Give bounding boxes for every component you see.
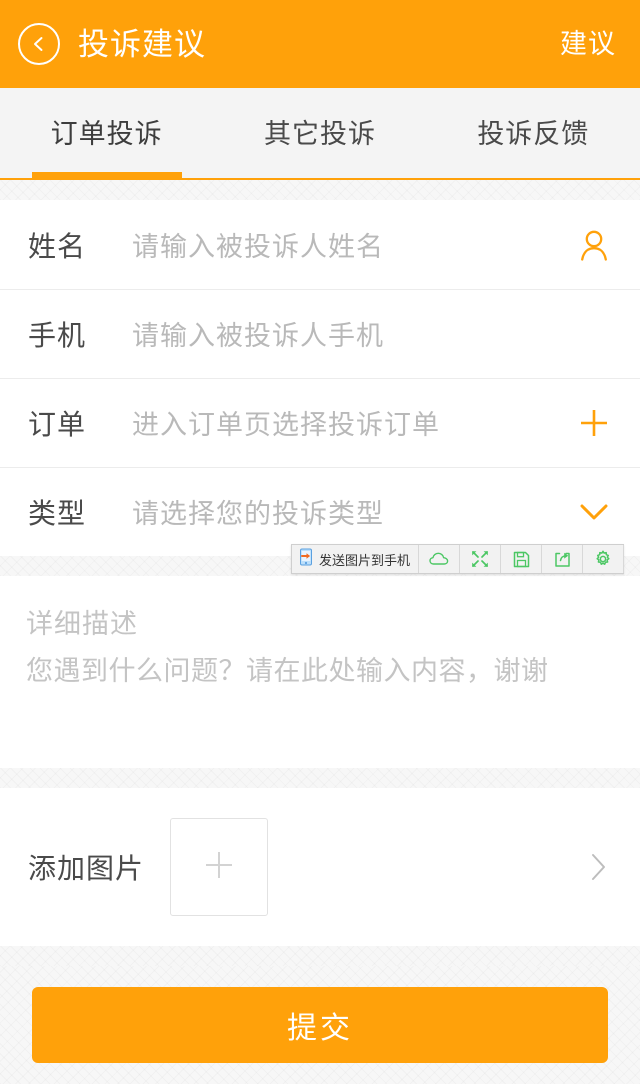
share-icon[interactable] xyxy=(542,545,584,573)
chevron-down-icon[interactable] xyxy=(572,490,616,534)
plus-icon[interactable] xyxy=(572,401,616,445)
screenshot-capture-toolbar: 发送图片到手机 xyxy=(291,544,625,574)
save-icon[interactable] xyxy=(501,545,543,573)
complaint-form: 姓名 请输入被投诉人姓名 手机 请输入被投诉人手机 订单 进入订单页选择投诉订单… xyxy=(0,200,640,556)
tab-other-complaint[interactable]: 其它投诉 xyxy=(213,88,426,178)
send-image-label: 发送图片到手机 xyxy=(319,553,411,569)
back-button[interactable] xyxy=(18,23,60,65)
field-row-order[interactable]: 订单 进入订单页选择投诉订单 xyxy=(0,378,640,467)
tab-label: 订单投诉 xyxy=(50,118,163,149)
user-icon[interactable] xyxy=(572,223,616,267)
tab-complaint-feedback[interactable]: 投诉反馈 xyxy=(427,88,640,178)
section-gap xyxy=(0,768,640,788)
add-image-button[interactable] xyxy=(170,818,269,916)
send-image-to-phone-button[interactable]: 发送图片到手机 xyxy=(292,545,420,573)
app-header: 投诉建议 建议 xyxy=(0,0,640,88)
tab-bar: 订单投诉 其它投诉 投诉反馈 xyxy=(0,88,640,180)
add-image-section[interactable]: 添加图片 xyxy=(0,788,640,946)
plus-icon xyxy=(199,845,239,890)
field-label: 订单 xyxy=(28,408,87,440)
add-image-label: 添加图片 xyxy=(28,853,145,884)
cloud-icon[interactable] xyxy=(419,545,461,573)
chevron-left-circle-icon xyxy=(30,35,48,53)
description-textarea[interactable]: 您遇到什么问题？请在此处输入内容，谢谢 xyxy=(26,653,614,689)
header-action-button[interactable]: 建议 xyxy=(560,30,616,58)
tab-label: 投诉反馈 xyxy=(477,118,590,149)
description-section[interactable]: 详细描述 您遇到什么问题？请在此处输入内容，谢谢 xyxy=(0,576,640,768)
section-gap xyxy=(0,946,640,966)
field-label: 手机 xyxy=(28,319,87,351)
chevron-right-icon[interactable] xyxy=(580,849,616,885)
field-label: 姓名 xyxy=(28,230,87,262)
field-row-name[interactable]: 姓名 请输入被投诉人姓名 xyxy=(0,200,640,289)
phone-input[interactable]: 请输入被投诉人手机 xyxy=(132,314,572,353)
submit-area: 提交 xyxy=(0,966,640,1084)
description-title: 详细描述 xyxy=(26,609,138,639)
order-select[interactable]: 进入订单页选择投诉订单 xyxy=(132,403,572,442)
page-title: 投诉建议 xyxy=(78,26,206,62)
phone-row-icon-slot xyxy=(572,312,616,356)
field-row-phone[interactable]: 手机 请输入被投诉人手机 xyxy=(0,289,640,378)
expand-icon[interactable] xyxy=(460,545,502,573)
field-row-type[interactable]: 类型 请选择您的投诉类型 xyxy=(0,467,640,556)
submit-button[interactable]: 提交 xyxy=(32,987,608,1063)
section-gap xyxy=(0,180,640,200)
tab-order-complaint[interactable]: 订单投诉 xyxy=(0,88,213,178)
gear-icon[interactable] xyxy=(583,545,625,573)
field-label: 类型 xyxy=(28,497,87,529)
phone-send-icon xyxy=(298,548,314,571)
tab-label: 其它投诉 xyxy=(263,118,376,149)
type-select[interactable]: 请选择您的投诉类型 xyxy=(132,492,572,531)
name-input[interactable]: 请输入被投诉人姓名 xyxy=(132,225,572,264)
